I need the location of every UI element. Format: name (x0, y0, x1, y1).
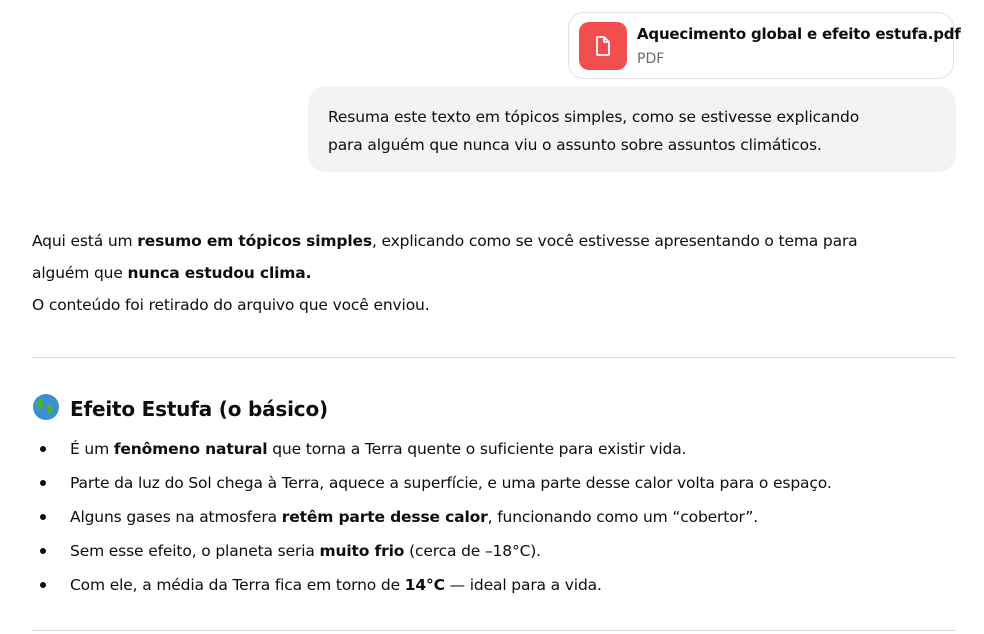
bullet-dot (40, 582, 46, 588)
intro-text: , explicando como se você estivesse apre… (371, 232, 858, 250)
bullet-bold-text: 14°C (404, 576, 445, 594)
bullet-dot (40, 514, 46, 520)
intro-bold-text: resumo em tópicos simples (137, 232, 372, 250)
list-item: Com ele, a média da Terra fica em torno … (40, 568, 832, 602)
bullet-text: Parte da luz do Sol chega à Terra, aquec… (70, 474, 832, 492)
bullet-text: É um (70, 440, 114, 458)
assistant-intro-line: alguém que nunca estudou clima. (32, 257, 962, 289)
bullet-bold-text: muito frio (319, 542, 405, 560)
bullet-text: Com ele, a média da Terra fica em torno … (70, 576, 405, 594)
list-item: Parte da luz do Sol chega à Terra, aquec… (40, 466, 832, 500)
user-message-bubble: Resuma este texto em tópicos simples, co… (308, 86, 956, 172)
file-icon (579, 22, 627, 70)
section-divider (32, 357, 956, 358)
bullet-list: É um fenômeno natural que torna a Terra … (40, 432, 832, 602)
list-item: Alguns gases na atmosfera retêm parte de… (40, 500, 832, 534)
bullet-bold-text: fenômeno natural (113, 440, 268, 458)
user-message-line: Resuma este texto em tópicos simples, co… (328, 108, 860, 126)
user-message-line: para alguém que nunca viu o assunto sobr… (328, 136, 822, 154)
bullet-text: — ideal para a vida. (444, 576, 602, 594)
bullet-text: Sem esse efeito, o planeta seria (70, 542, 320, 560)
assistant-intro-line: O conteúdo foi retirado do arquivo que v… (32, 296, 430, 314)
section-title: Efeito Estufa (o básico) (70, 397, 328, 421)
intro-text: Aqui está um (32, 232, 138, 250)
bullet-text: que torna a Terra quente o suficiente pa… (267, 440, 687, 458)
globe-icon (32, 393, 60, 426)
bullet-text: , funcionando como um “cobertor”. (487, 508, 759, 526)
intro-text: alguém que (32, 264, 128, 282)
bullet-text: Alguns gases na atmosfera (70, 508, 282, 526)
bullet-text: (cerca de –18°C). (404, 542, 541, 560)
pdf-attachment-card[interactable]: Aquecimento global e efeito estufa.pdf P… (568, 12, 961, 79)
attachment-file-type: PDF (637, 51, 665, 67)
assistant-intro-line: Aqui está um resumo em tópicos simples, … (32, 225, 962, 257)
bullet-dot (40, 446, 46, 452)
attachment-file-name: Aquecimento global e efeito estufa.pdf (637, 25, 961, 43)
list-item: Sem esse efeito, o planeta seria muito f… (40, 534, 832, 568)
list-item: É um fenômeno natural que torna a Terra … (40, 432, 832, 466)
assistant-intro: Aqui está um resumo em tópicos simples, … (32, 225, 962, 321)
bullet-bold-text: retêm parte desse calor (281, 508, 488, 526)
bullet-dot (40, 480, 46, 486)
bullet-dot (40, 548, 46, 554)
intro-bold-text: nunca estudou clima. (127, 264, 312, 282)
section-heading: Efeito Estufa (o básico) (32, 393, 328, 425)
section-divider (32, 630, 956, 631)
